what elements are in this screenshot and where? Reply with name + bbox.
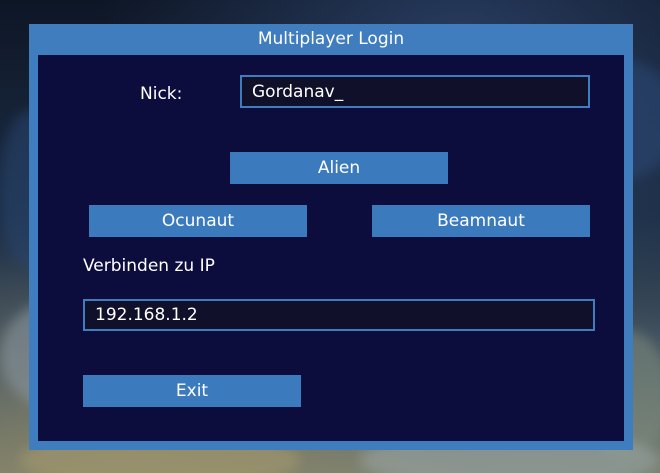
beamnaut-button[interactable]: Beamnaut: [372, 205, 590, 237]
login-panel: Nick: Gordanav_ Alien Ocunaut Beamnaut V…: [38, 55, 624, 441]
login-window: Multiplayer Login Nick: Gordanav_ Alien …: [29, 24, 633, 450]
exit-button[interactable]: Exit: [83, 375, 301, 407]
ip-address-input[interactable]: 192.168.1.2: [83, 299, 595, 331]
window-title: Multiplayer Login: [257, 29, 405, 49]
alien-button[interactable]: Alien: [230, 152, 448, 184]
game-scene: Multiplayer Login Nick: Gordanav_ Alien …: [0, 0, 660, 473]
ocunaut-button[interactable]: Ocunaut: [89, 205, 307, 237]
connect-ip-label: Verbinden zu IP: [83, 256, 215, 276]
nick-label: Nick:: [140, 84, 183, 104]
nick-input[interactable]: Gordanav_: [240, 75, 590, 108]
